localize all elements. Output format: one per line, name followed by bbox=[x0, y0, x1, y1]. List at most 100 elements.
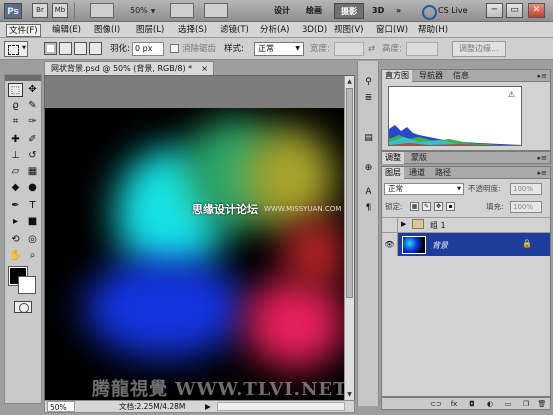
menu-layer[interactable]: 图层(L) bbox=[134, 24, 166, 37]
restore-button[interactable]: ▭ bbox=[506, 3, 523, 18]
menu-analysis[interactable]: 分析(A) bbox=[258, 24, 291, 37]
folder-icon[interactable]: ▭ bbox=[502, 399, 514, 409]
zoom-level-dropdown[interactable]: 50% bbox=[130, 4, 162, 18]
status-menu-arrow-icon[interactable]: ▶ bbox=[205, 401, 211, 412]
menu-edit[interactable]: 编辑(E) bbox=[50, 24, 83, 37]
workspace-painting-button[interactable]: 绘画 bbox=[300, 3, 328, 19]
workspace-design-button[interactable]: 设计 bbox=[268, 3, 296, 19]
history-panel-icon[interactable]: ⚲ bbox=[361, 75, 376, 89]
arrange-documents-dropdown[interactable] bbox=[170, 3, 194, 18]
antialias-checkbox[interactable] bbox=[170, 44, 179, 53]
crop-tool-icon[interactable]: ⌗ bbox=[8, 115, 23, 129]
lock-transparency-icon[interactable]: ▦ bbox=[410, 202, 419, 211]
3d-rotate-tool-icon[interactable]: ⟲ bbox=[8, 233, 23, 247]
width-input[interactable] bbox=[334, 42, 364, 56]
adjustment-icon[interactable]: ◐ bbox=[484, 399, 496, 409]
new-layer-icon[interactable]: ❐ bbox=[520, 399, 532, 409]
tab-info[interactable]: 信息 bbox=[450, 70, 472, 82]
quick-select-tool-icon[interactable]: ✎ bbox=[25, 99, 40, 113]
lasso-tool-icon[interactable]: ϱ bbox=[8, 99, 23, 113]
shape-tool-icon[interactable]: ■ bbox=[25, 215, 40, 229]
lock-position-icon[interactable]: ✥ bbox=[434, 202, 443, 211]
blur-tool-icon[interactable]: ◆ bbox=[8, 181, 23, 195]
eyedropper-tool-icon[interactable]: ✑ bbox=[25, 115, 40, 129]
blend-mode-select[interactable]: 正常 bbox=[384, 183, 464, 195]
hand-tool-icon[interactable]: ✋ bbox=[8, 249, 23, 263]
lock-pixels-icon[interactable]: ✎ bbox=[422, 202, 431, 211]
swap-dimensions-icon[interactable]: ⇄ bbox=[368, 43, 375, 55]
scroll-thumb[interactable] bbox=[346, 88, 353, 298]
bridge-button[interactable]: Br bbox=[32, 3, 48, 18]
scroll-up-icon[interactable]: ▲ bbox=[346, 77, 353, 86]
move-tool-icon[interactable]: ✥ bbox=[25, 83, 40, 97]
tab-adjustments[interactable]: 调整 bbox=[382, 152, 404, 164]
add-to-selection-button[interactable] bbox=[59, 42, 72, 55]
clone-source-panel-icon[interactable]: ⊕ bbox=[361, 161, 376, 175]
layer-row-background[interactable]: 👁 背景 🔒 bbox=[382, 232, 550, 256]
healing-brush-tool-icon[interactable]: ✚ bbox=[8, 133, 23, 147]
subtract-selection-button[interactable] bbox=[74, 42, 87, 55]
menu-select[interactable]: 选择(S) bbox=[176, 24, 209, 37]
tab-masks[interactable]: 蒙版 bbox=[408, 152, 430, 164]
workspace-3d-button[interactable]: 3D bbox=[366, 3, 390, 19]
status-zoom-input[interactable]: 50% bbox=[47, 401, 75, 412]
layer-row-group-1[interactable]: ▶ 组 1 bbox=[382, 217, 550, 232]
view-extras-dropdown[interactable] bbox=[90, 3, 114, 18]
path-selection-tool-icon[interactable]: ▸ bbox=[8, 215, 23, 229]
3d-orbit-tool-icon[interactable]: ◎ bbox=[25, 233, 40, 247]
character-panel-icon[interactable]: A bbox=[361, 185, 376, 199]
screen-mode-dropdown[interactable] bbox=[204, 3, 228, 18]
histogram-panel-menu-icon[interactable]: ▸≡ bbox=[538, 70, 547, 82]
quick-mask-icon[interactable] bbox=[14, 301, 32, 313]
tab-paths[interactable]: 路径 bbox=[432, 167, 454, 179]
more-workspaces-button[interactable]: » bbox=[390, 3, 407, 19]
layer-visibility-empty[interactable] bbox=[382, 218, 398, 232]
menu-image[interactable]: 图像(I) bbox=[92, 24, 122, 37]
toolbox-header[interactable] bbox=[5, 75, 41, 81]
tab-navigator[interactable]: 导航器 bbox=[416, 70, 446, 82]
link-icon[interactable]: ⊂⊃ bbox=[430, 399, 442, 409]
document-tab[interactable]: 网状背景.psd @ 50% (背景, RGB/8) * × bbox=[44, 61, 214, 75]
opacity-input[interactable]: 100% bbox=[510, 183, 542, 195]
lock-all-icon[interactable]: ▪ bbox=[446, 202, 455, 211]
fx-icon[interactable]: fx bbox=[448, 399, 460, 409]
pen-tool-icon[interactable]: ✒ bbox=[8, 199, 23, 213]
zoom-tool-icon[interactable]: ⌕ bbox=[25, 249, 40, 263]
minimize-button[interactable]: ─ bbox=[486, 3, 503, 18]
cache-warning-icon[interactable]: ⚠ bbox=[508, 90, 515, 99]
close-button[interactable]: ✕ bbox=[528, 3, 545, 18]
vertical-scrollbar[interactable]: ▲ ▼ bbox=[344, 76, 354, 400]
expand-group-icon[interactable]: ▶ bbox=[401, 220, 406, 228]
intersect-selection-button[interactable] bbox=[89, 42, 102, 55]
new-selection-button[interactable] bbox=[44, 42, 57, 55]
tab-layers[interactable]: 图层 bbox=[382, 167, 404, 179]
background-color-swatch[interactable] bbox=[18, 276, 36, 294]
feather-input[interactable]: 0 px bbox=[132, 42, 164, 56]
mask-icon[interactable]: ◘ bbox=[466, 399, 478, 409]
minibridge-button[interactable]: Mb bbox=[52, 3, 68, 18]
menu-window[interactable]: 窗口(W) bbox=[374, 24, 410, 37]
gradient-tool-icon[interactable]: ▦ bbox=[25, 165, 40, 179]
menu-3d[interactable]: 3D(D) bbox=[300, 24, 329, 37]
workspace-photography-button[interactable]: 摄影 bbox=[334, 3, 364, 19]
adjustments-panel-menu-icon[interactable]: ▸≡ bbox=[538, 152, 547, 164]
menu-view[interactable]: 视图(V) bbox=[332, 24, 365, 37]
history-brush-tool-icon[interactable]: ↺ bbox=[25, 149, 40, 163]
paragraph-panel-icon[interactable]: ¶ bbox=[361, 201, 376, 215]
menu-filter[interactable]: 滤镜(T) bbox=[218, 24, 251, 37]
fill-input[interactable]: 100% bbox=[510, 201, 542, 213]
brush-panel-icon[interactable]: ▤ bbox=[361, 131, 376, 145]
menu-file[interactable]: 文件(F) bbox=[6, 24, 41, 37]
menu-help[interactable]: 帮助(H) bbox=[416, 24, 450, 37]
dodge-tool-icon[interactable]: ● bbox=[25, 181, 40, 195]
actions-panel-icon[interactable]: ≣ bbox=[361, 91, 376, 105]
horizontal-scrollbar[interactable] bbox=[217, 402, 345, 411]
type-tool-icon[interactable]: T bbox=[25, 199, 40, 213]
tab-channels[interactable]: 通道 bbox=[406, 167, 428, 179]
cslive-button[interactable]: CS Live bbox=[420, 3, 468, 20]
image-canvas[interactable] bbox=[45, 108, 345, 400]
document-close-icon[interactable]: × bbox=[201, 62, 208, 75]
style-select[interactable]: 正常 bbox=[254, 42, 304, 56]
eraser-tool-icon[interactable]: ▱ bbox=[8, 165, 23, 179]
tab-histogram[interactable]: 直方图 bbox=[382, 70, 412, 82]
